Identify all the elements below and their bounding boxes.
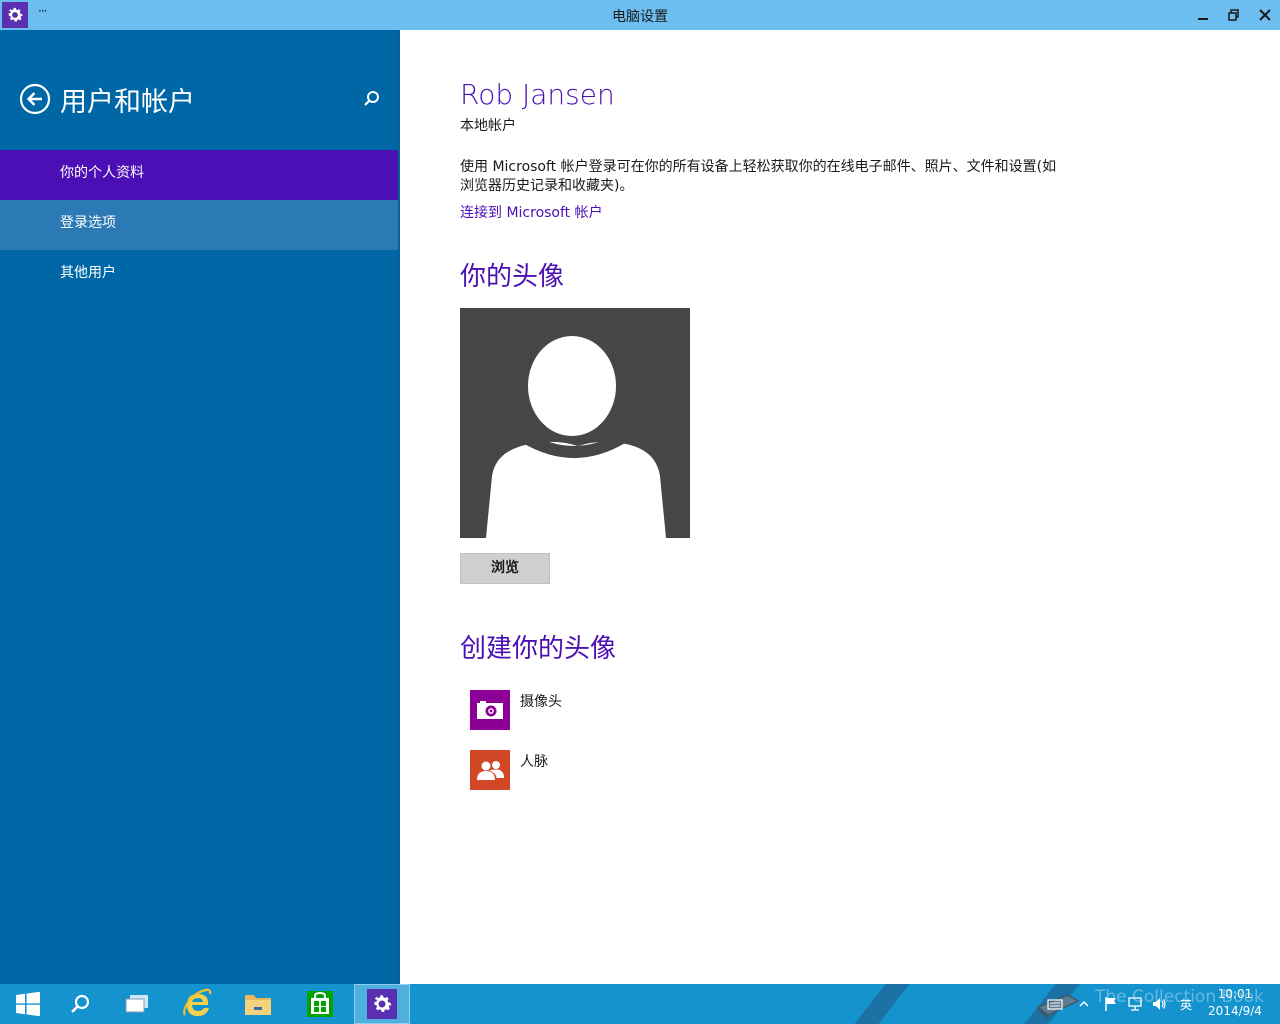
sidebar-item-sign-in-options[interactable]: 登录选项	[0, 200, 399, 250]
taskbar: The Collection Book 英 10:01 2014/9/4	[0, 984, 1280, 1024]
camera-icon	[470, 690, 510, 730]
close-button[interactable]	[1250, 0, 1280, 30]
main-content: Rob Jansen 本地帐户 使用 Microsoft 帐户登录可在你的所有设…	[400, 30, 1280, 984]
sidebar-item-your-profile[interactable]: 你的个人资料	[0, 150, 399, 200]
sidebar-item-other-users[interactable]: 其他用户	[0, 250, 399, 300]
sidebar-title: 用户和帐户	[60, 87, 195, 118]
file-explorer-button[interactable]	[230, 984, 286, 1024]
browse-button[interactable]: 浏览	[460, 553, 550, 584]
windows-logo-icon	[16, 991, 40, 1017]
default-user-avatar-icon	[486, 336, 666, 538]
folder-icon	[245, 995, 271, 1015]
user-name: Rob Jansen	[460, 78, 615, 111]
clock-date: 2014/9/4	[1208, 1004, 1262, 1018]
camera-app-label: 摄像头	[520, 694, 562, 710]
maximize-button[interactable]	[1219, 0, 1249, 30]
window-title: 电脑设置	[612, 9, 668, 25]
gear-icon	[367, 989, 397, 1019]
task-view-icon	[125, 995, 148, 1013]
taskbar-decoration	[854, 984, 910, 1024]
user-avatar	[460, 308, 690, 538]
search-icon	[71, 994, 90, 1013]
pc-settings-taskbar-button[interactable]	[354, 984, 410, 1024]
account-type: 本地帐户	[460, 118, 516, 134]
people-app-label: 人脉	[520, 754, 548, 770]
store-icon	[307, 991, 333, 1017]
sidebar: 用户和帐户 你的个人资料 登录选项 其他用户	[0, 30, 400, 984]
volume-icon[interactable]	[1148, 984, 1170, 1024]
ie-icon	[183, 988, 212, 1016]
back-arrow-icon[interactable]	[19, 83, 51, 115]
task-view-button[interactable]	[109, 984, 165, 1024]
people-icon	[470, 750, 510, 790]
connect-microsoft-account-link[interactable]: 连接到 Microsoft 帐户	[460, 202, 603, 222]
internet-explorer-button[interactable]	[169, 984, 225, 1024]
start-button[interactable]	[0, 984, 56, 1024]
language-label: 英	[1179, 997, 1192, 1012]
microsoft-account-description: 使用 Microsoft 帐户登录可在你的所有设备上轻松获取你的在线电子邮件、照…	[460, 159, 1057, 194]
people-app-row[interactable]: 人脉	[470, 750, 548, 790]
close-icon	[1259, 9, 1271, 21]
show-hidden-icons-chevron-icon[interactable]	[1074, 984, 1094, 1024]
taskbar-search-button[interactable]	[52, 984, 108, 1024]
title-bar: ··· 电脑设置	[0, 0, 1280, 30]
input-language-indicator[interactable]: 英	[1174, 984, 1198, 1024]
keyboard-icon[interactable]	[1044, 984, 1066, 1024]
action-center-flag-icon[interactable]	[1100, 984, 1122, 1024]
camera-app-row[interactable]: 摄像头	[470, 690, 562, 730]
minimize-icon	[1198, 18, 1208, 20]
network-icon[interactable]	[1124, 984, 1146, 1024]
store-button[interactable]	[292, 984, 348, 1024]
clock-time: 10:01	[1217, 987, 1253, 1001]
minimize-button[interactable]	[1188, 0, 1218, 30]
system-clock[interactable]: 10:01 2014/9/4	[1200, 986, 1270, 1020]
search-icon[interactable]	[360, 88, 382, 110]
create-avatar-section-title: 创建你的头像	[460, 634, 617, 664]
avatar-section-title: 你的头像	[460, 262, 565, 292]
maximize-icon	[1228, 9, 1239, 21]
